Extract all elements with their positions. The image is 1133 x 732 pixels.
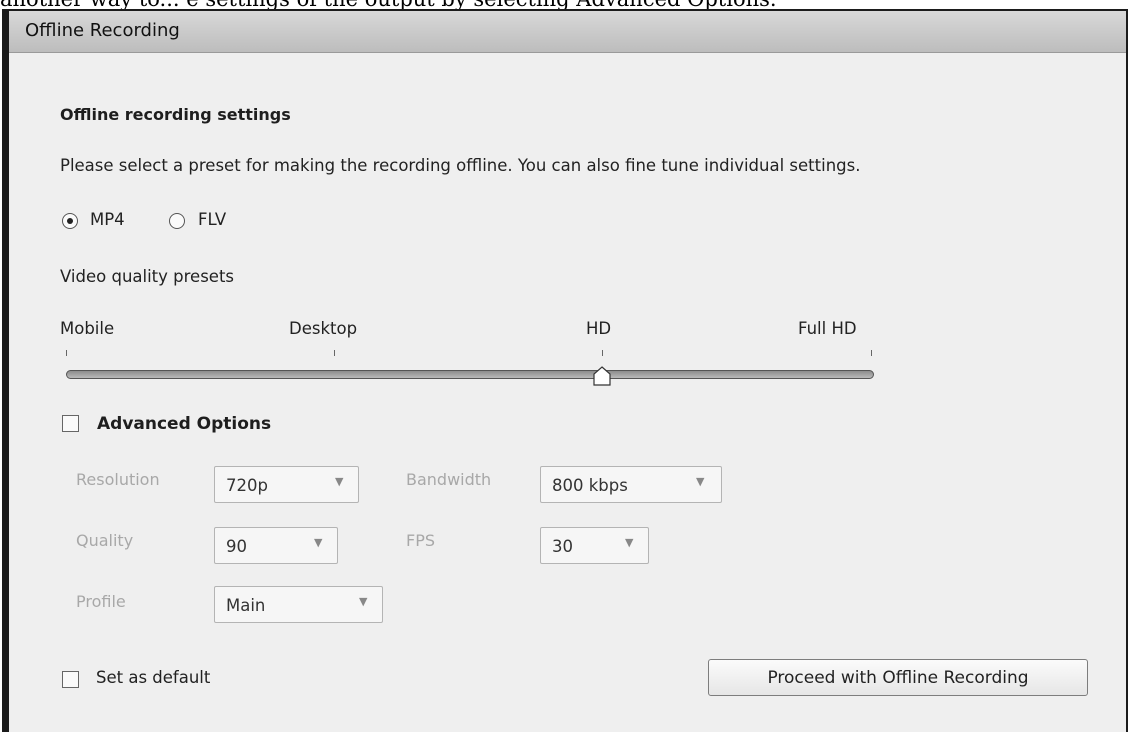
set-as-default-label[interactable]: Set as default — [96, 668, 210, 687]
dialog-titlebar[interactable]: Offline Recording — [9, 11, 1126, 53]
profile-select[interactable]: Main ▼ — [214, 586, 383, 623]
flv-radio[interactable] — [169, 213, 185, 229]
preset-mobile-label[interactable]: Mobile — [60, 319, 114, 338]
fps-label: FPS — [406, 531, 436, 550]
bandwidth-label: Bandwidth — [406, 470, 492, 489]
flv-label[interactable]: FLV — [198, 210, 226, 229]
chevron-down-icon: ▼ — [359, 595, 368, 608]
fps-select[interactable]: 30 ▼ — [540, 527, 649, 564]
video-quality-presets-label: Video quality presets — [60, 267, 235, 286]
fps-value: 30 — [552, 537, 573, 556]
chevron-down-icon: ▼ — [625, 536, 634, 549]
chevron-down-icon: ▼ — [696, 475, 705, 488]
mp4-radio[interactable] — [62, 213, 78, 229]
chevron-down-icon: ▼ — [335, 475, 344, 488]
settings-description: Please select a preset for making the re… — [60, 156, 861, 175]
set-as-default-checkbox[interactable] — [62, 671, 79, 688]
advanced-options-checkbox[interactable] — [62, 415, 79, 432]
quality-value: 90 — [226, 537, 247, 556]
quality-label: Quality — [76, 531, 134, 550]
quality-select[interactable]: 90 ▼ — [214, 527, 338, 564]
offline-recording-dialog: Offline Recording Offline recording sett… — [2, 9, 1128, 732]
chevron-down-icon: ▼ — [314, 536, 323, 549]
preset-desktop-label[interactable]: Desktop — [289, 319, 357, 338]
mp4-label[interactable]: MP4 — [90, 210, 125, 229]
settings-heading: Offline recording settings — [60, 105, 291, 124]
preset-tick-hd — [602, 350, 603, 356]
proceed-button-label: Proceed with Offline Recording — [767, 667, 1029, 688]
slider-thumb-icon[interactable] — [593, 366, 611, 386]
preset-slider-track[interactable] — [66, 370, 874, 379]
preset-hd-label[interactable]: HD — [586, 319, 611, 338]
dialog-title: Offline Recording — [25, 20, 180, 41]
advanced-options-label[interactable]: Advanced Options — [97, 414, 271, 434]
preset-tick-full-hd — [871, 350, 872, 356]
preset-tick-mobile — [66, 350, 67, 356]
preset-tick-desktop — [334, 350, 335, 356]
resolution-label: Resolution — [76, 470, 160, 489]
proceed-offline-recording-button[interactable]: Proceed with Offline Recording — [708, 659, 1088, 696]
resolution-value: 720p — [226, 476, 268, 495]
resolution-select[interactable]: 720p ▼ — [214, 466, 359, 503]
bandwidth-select[interactable]: 800 kbps ▼ — [540, 466, 722, 503]
preset-full-hd-label[interactable]: Full HD — [798, 319, 857, 338]
profile-label: Profile — [76, 592, 126, 611]
bandwidth-value: 800 kbps — [552, 476, 628, 495]
profile-value: Main — [226, 596, 266, 615]
